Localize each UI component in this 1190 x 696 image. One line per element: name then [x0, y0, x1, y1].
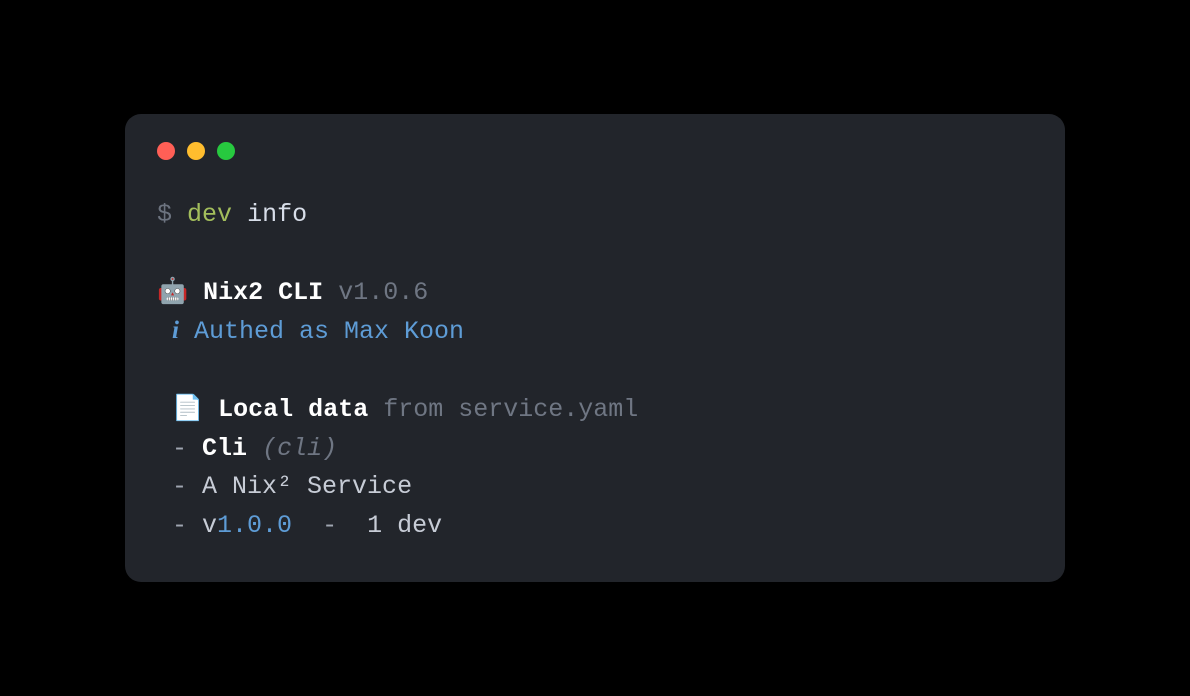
service-slug: (cli): [262, 434, 337, 463]
prompt-symbol: $: [157, 200, 172, 229]
separator-dash: -: [292, 511, 367, 540]
blank-line: [157, 352, 1033, 391]
version-prefix: v: [202, 511, 217, 540]
cli-header-line: 🤖 Nix2 CLI v1.0.6: [157, 274, 1033, 313]
local-data-source: from service.yaml: [383, 395, 638, 424]
page-icon: 📄: [172, 395, 203, 424]
blank-line: [157, 235, 1033, 274]
minimize-icon[interactable]: [187, 142, 205, 160]
info-icon: i: [172, 317, 179, 344]
service-meta-line: - v1.0.0 - 1 dev: [157, 507, 1033, 546]
local-data-header: 📄 Local data from service.yaml: [157, 391, 1033, 430]
cli-title: Nix2 CLI: [203, 278, 323, 307]
command-line: $ dev info: [157, 196, 1033, 235]
command-arg: info: [247, 200, 307, 229]
window-traffic-lights: [157, 142, 1033, 160]
bullet-dash: -: [157, 472, 187, 501]
service-version: 1.0.0: [217, 511, 292, 540]
close-icon[interactable]: [157, 142, 175, 160]
service-name: Cli: [202, 434, 247, 463]
local-data-title: Local data: [218, 395, 368, 424]
service-desc: A Nix² Service: [202, 472, 412, 501]
terminal-output: $ dev info 🤖 Nix2 CLI v1.0.6 i Authed as…: [157, 196, 1033, 546]
terminal-window: $ dev info 🤖 Nix2 CLI v1.0.6 i Authed as…: [125, 114, 1065, 582]
service-desc-line: - A Nix² Service: [157, 468, 1033, 507]
command-name: dev: [187, 200, 232, 229]
cli-version: v1.0.6: [338, 278, 428, 307]
robot-icon: 🤖: [157, 278, 188, 307]
dev-count: 1 dev: [367, 511, 442, 540]
bullet-dash: -: [157, 511, 187, 540]
auth-text: Authed as Max Koon: [194, 317, 464, 346]
service-name-line: - Cli (cli): [157, 430, 1033, 469]
bullet-dash: -: [157, 434, 187, 463]
auth-line: i Authed as Max Koon: [157, 312, 1033, 352]
maximize-icon[interactable]: [217, 142, 235, 160]
